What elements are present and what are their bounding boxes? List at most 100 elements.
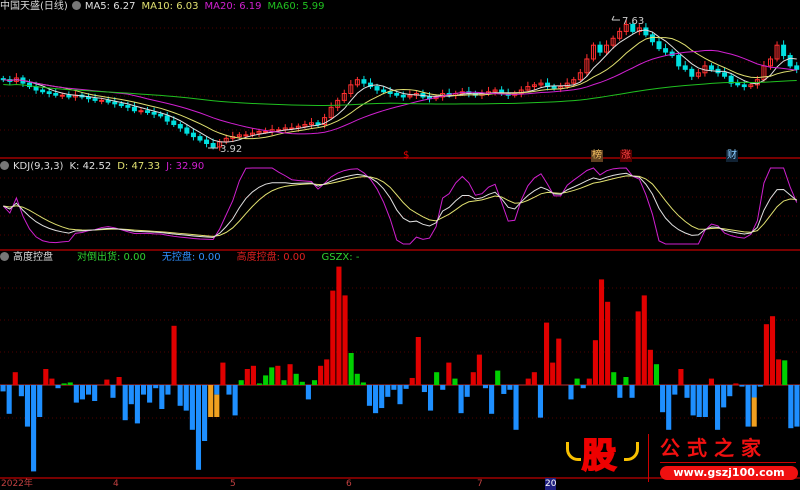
control-bar xyxy=(324,359,330,385)
candle-body xyxy=(99,99,105,102)
ma10-value: MA10: 6.03 xyxy=(141,1,199,12)
control-bar xyxy=(653,364,660,385)
control-bar xyxy=(440,385,446,390)
control-bar xyxy=(67,382,73,385)
candle-body xyxy=(394,92,400,96)
control-bar xyxy=(214,394,220,417)
control-bar xyxy=(452,378,458,385)
divider xyxy=(648,434,649,482)
control-bar xyxy=(110,385,116,398)
candle-body xyxy=(210,143,216,148)
stock-chart[interactable]: 7.63 3.92 xyxy=(0,0,800,490)
control-bar xyxy=(745,385,751,427)
control-bar xyxy=(739,385,745,387)
control-bar xyxy=(586,378,592,385)
control-bar xyxy=(330,290,336,385)
control-bar xyxy=(763,324,769,385)
candle-body xyxy=(676,55,682,67)
candle-body xyxy=(374,86,380,91)
candle-body xyxy=(649,34,655,43)
control-bar xyxy=(116,377,122,385)
control-bar xyxy=(18,385,24,397)
control-bar xyxy=(434,372,440,385)
control-bar xyxy=(678,369,684,385)
control-bar xyxy=(391,385,397,390)
control-bar xyxy=(232,385,238,416)
control-bar xyxy=(757,385,763,387)
signal-mark: 涨 xyxy=(620,150,632,162)
control-bar xyxy=(397,385,403,405)
control-bar xyxy=(195,385,202,470)
control-bar xyxy=(672,385,678,395)
control-title: 高度控盘 xyxy=(13,252,53,263)
dropdown-icon[interactable] xyxy=(71,1,81,10)
candle-body xyxy=(138,110,144,113)
candle-body xyxy=(781,44,787,57)
candle-body xyxy=(656,41,662,50)
control-bar xyxy=(311,380,318,385)
candle-body xyxy=(735,82,741,86)
candle-body xyxy=(361,79,367,84)
dropdown-icon[interactable] xyxy=(0,252,9,261)
control-bar xyxy=(140,385,147,395)
control-bar xyxy=(537,385,544,418)
control-header: 高度控盘 对倒出货: 0.00 无控盘: 0.00 高度控盘: 0.00 GSZX: - xyxy=(0,251,365,265)
moving-averages xyxy=(3,29,797,143)
control-bar xyxy=(531,372,537,385)
control-bar xyxy=(476,354,482,385)
control-bar xyxy=(788,385,794,429)
kdj-lines xyxy=(2,167,798,245)
candle-body xyxy=(243,134,249,137)
control-bar xyxy=(208,385,214,417)
axis-label: 5 xyxy=(230,479,236,489)
candle-body xyxy=(381,89,387,93)
control-bar xyxy=(525,378,531,385)
control-bar xyxy=(660,385,666,413)
control-bar xyxy=(269,367,275,385)
control-bar xyxy=(256,383,263,385)
control-bar xyxy=(104,379,110,385)
candle-body xyxy=(263,130,269,133)
kdj-j-line xyxy=(2,167,798,245)
control-bar xyxy=(690,385,696,416)
control-bar xyxy=(134,385,140,424)
axis-cursor-label: 20 xyxy=(545,478,557,490)
candle-body xyxy=(125,105,131,108)
candle-body xyxy=(171,120,177,126)
control-bar xyxy=(238,380,244,385)
candle-body xyxy=(190,132,196,138)
high-price-label: 7.63 xyxy=(622,16,644,27)
kdj-header: KDJ(9,3,3) K: 42.52 D: 47.33 J: 32.90 xyxy=(0,160,210,174)
control-bar xyxy=(641,295,647,385)
horn-icon xyxy=(624,442,639,461)
candle-body xyxy=(158,113,164,117)
control-bar xyxy=(727,385,733,397)
control-bar xyxy=(189,385,195,430)
control-bar xyxy=(403,385,409,389)
control-bar xyxy=(73,385,79,403)
candlesticks xyxy=(0,19,800,151)
control-bar xyxy=(305,385,311,400)
control-bar xyxy=(464,385,470,397)
control-bar xyxy=(550,362,556,385)
signal-mark: 榜 xyxy=(591,150,603,162)
control-bar xyxy=(574,378,580,385)
control-bar xyxy=(580,385,586,389)
dropdown-icon[interactable] xyxy=(0,161,9,170)
control-bar xyxy=(427,385,434,411)
candle-body xyxy=(164,115,170,122)
candle-body xyxy=(118,103,124,107)
control-bar xyxy=(275,365,281,385)
candle-body xyxy=(787,55,793,67)
control-bar xyxy=(513,385,519,430)
candle-body xyxy=(66,94,72,98)
kdj-d-line xyxy=(3,175,797,237)
candle-body xyxy=(177,124,183,129)
control-bar xyxy=(366,385,373,406)
control-bar xyxy=(55,385,61,389)
control-bar xyxy=(6,385,12,414)
candle-body xyxy=(46,91,52,94)
candle-body xyxy=(689,68,695,77)
ma5-value: MA5: 6.27 xyxy=(84,1,136,12)
main-header: 中国天盛(日线) MA5: 6.27 MA10: 6.03 MA20: 6.19 MA6… xyxy=(0,0,331,14)
